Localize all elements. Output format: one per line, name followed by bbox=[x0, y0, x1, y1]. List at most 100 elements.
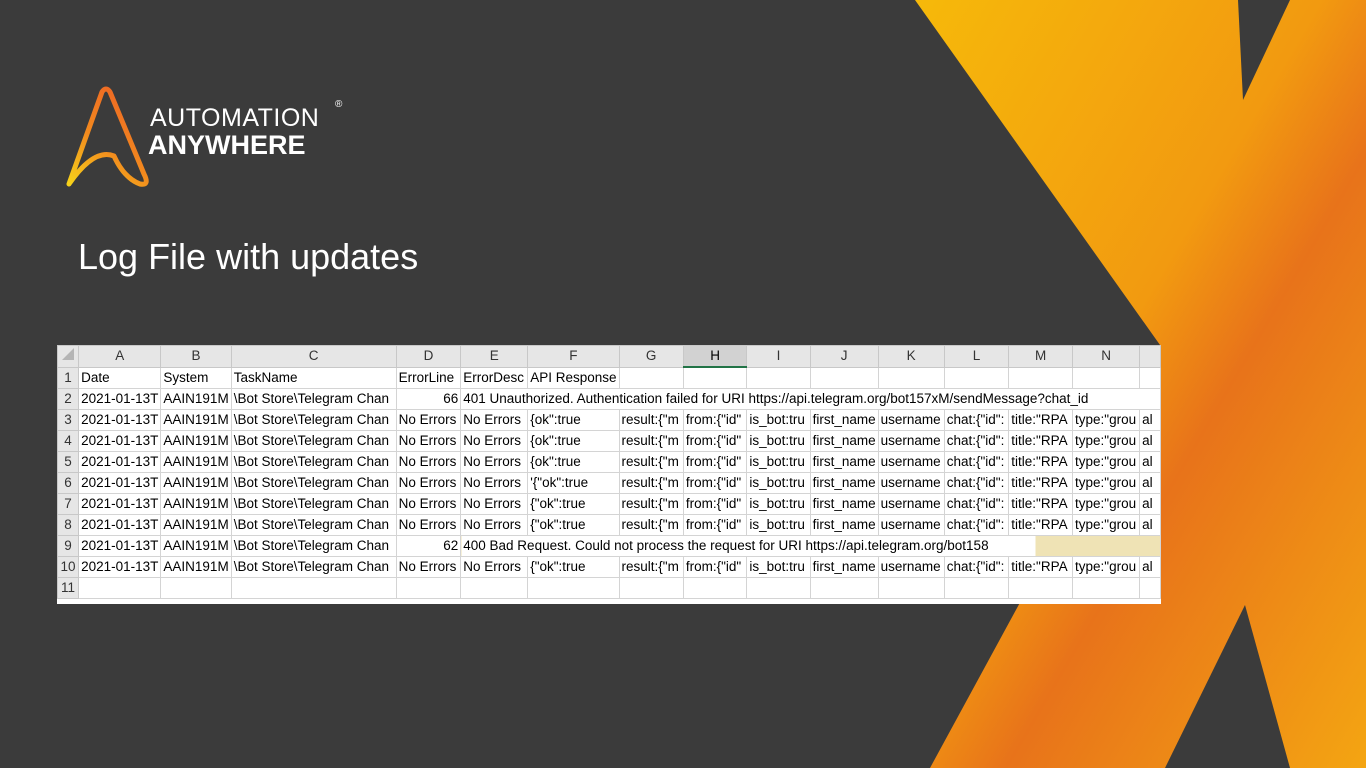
cell-api-response[interactable]: title:"RPA bbox=[1008, 430, 1074, 452]
cell[interactable] bbox=[395, 577, 462, 599]
cell[interactable] bbox=[1139, 577, 1161, 599]
cell-api-response[interactable]: result:{"m bbox=[618, 493, 684, 515]
header-cell-taskname[interactable]: TaskName bbox=[230, 366, 397, 389]
column-header-f[interactable]: F bbox=[527, 345, 620, 368]
cell-api-response[interactable]: title:"RPA bbox=[1008, 514, 1074, 536]
cell-date[interactable]: 2021-01-13T bbox=[78, 514, 162, 536]
header-cell-api-response[interactable]: API Response bbox=[527, 366, 620, 389]
cell-api-response[interactable]: al bbox=[1139, 451, 1161, 473]
cell-api-response[interactable]: title:"RPA bbox=[1008, 493, 1074, 515]
cell-api-response[interactable]: first_name bbox=[809, 451, 879, 473]
cell-api-response[interactable]: chat:{"id": bbox=[943, 430, 1010, 452]
cell-api-response[interactable]: first_name bbox=[809, 472, 879, 494]
row-header[interactable]: 4 bbox=[57, 430, 80, 452]
cell-api-response[interactable]: result:{"m bbox=[618, 556, 684, 578]
cell-errorline[interactable]: No Errors bbox=[395, 514, 462, 536]
cell-api-response[interactable]: from:{"id" bbox=[682, 556, 748, 578]
cell-api-response[interactable]: '{"ok":true bbox=[527, 472, 620, 494]
cell-api-response[interactable]: title:"RPA bbox=[1008, 451, 1074, 473]
cell-api-response[interactable]: from:{"id" bbox=[682, 451, 748, 473]
cell-api-response[interactable]: type:"grou bbox=[1072, 451, 1141, 473]
cell-api-response[interactable]: from:{"id" bbox=[682, 493, 748, 515]
cell-api-response[interactable]: username bbox=[877, 514, 945, 536]
cell-api-response[interactable]: username bbox=[877, 430, 945, 452]
cell-api-response[interactable]: is_bot:tru bbox=[746, 472, 811, 494]
cell[interactable] bbox=[943, 577, 1010, 599]
cell-errordesc[interactable]: No Errors bbox=[460, 430, 529, 452]
cell-api-response[interactable]: first_name bbox=[809, 493, 879, 515]
column-header-e[interactable]: E bbox=[460, 345, 529, 368]
cell-api-response[interactable]: al bbox=[1139, 556, 1161, 578]
cell-api-response[interactable]: is_bot:tru bbox=[746, 451, 811, 473]
header-cell-system[interactable]: System bbox=[160, 366, 232, 389]
cell[interactable] bbox=[809, 366, 879, 389]
cell-taskname[interactable]: \Bot Store\Telegram Chan bbox=[230, 472, 397, 494]
row-header[interactable]: 5 bbox=[57, 451, 80, 473]
column-header-c[interactable]: C bbox=[230, 345, 397, 368]
cell-system[interactable]: AAIN191M bbox=[160, 535, 232, 557]
cell-api-response[interactable]: al bbox=[1139, 493, 1161, 515]
cell-taskname[interactable]: \Bot Store\Telegram Chan bbox=[230, 388, 397, 410]
cell-api-response[interactable]: chat:{"id": bbox=[943, 514, 1010, 536]
cell[interactable] bbox=[877, 577, 945, 599]
cell-date[interactable]: 2021-01-13T bbox=[78, 409, 162, 431]
cell-api-response[interactable]: al bbox=[1139, 409, 1161, 431]
cell[interactable] bbox=[809, 577, 879, 599]
column-header-i[interactable]: I bbox=[746, 345, 811, 368]
cell-system[interactable]: AAIN191M bbox=[160, 430, 232, 452]
cell-api-response[interactable]: {ok":true bbox=[527, 451, 620, 473]
cell[interactable] bbox=[746, 577, 811, 599]
row-header[interactable]: 6 bbox=[57, 472, 80, 494]
cell-api-response[interactable]: al bbox=[1139, 430, 1161, 452]
cell-api-response[interactable]: from:{"id" bbox=[682, 430, 748, 452]
row-header[interactable]: 2 bbox=[57, 388, 80, 410]
row-header[interactable]: 7 bbox=[57, 493, 80, 515]
cell-errordesc[interactable]: No Errors bbox=[460, 451, 529, 473]
cell-errordesc[interactable]: No Errors bbox=[460, 472, 529, 494]
select-all-corner[interactable] bbox=[57, 345, 80, 368]
cell-api-response[interactable]: {ok":true bbox=[527, 430, 620, 452]
cell-api-response[interactable]: type:"grou bbox=[1072, 472, 1141, 494]
cell-api-response[interactable]: result:{"m bbox=[618, 451, 684, 473]
cell-api-response[interactable]: first_name bbox=[809, 409, 879, 431]
cell[interactable] bbox=[682, 577, 748, 599]
row-header[interactable]: 10 bbox=[57, 556, 80, 578]
row-header[interactable]: 11 bbox=[57, 577, 80, 599]
cell-errorline[interactable]: No Errors bbox=[395, 493, 462, 515]
column-header-m[interactable]: M bbox=[1008, 345, 1074, 368]
cell-api-response[interactable]: type:"grou bbox=[1072, 556, 1141, 578]
cell[interactable] bbox=[230, 577, 397, 599]
cell-system[interactable]: AAIN191M bbox=[160, 409, 232, 431]
cell[interactable] bbox=[618, 366, 684, 389]
cell-date[interactable]: 2021-01-13T bbox=[78, 451, 162, 473]
cell-taskname[interactable]: \Bot Store\Telegram Chan bbox=[230, 493, 397, 515]
row-header[interactable]: 9 bbox=[57, 535, 80, 557]
cell-api-response[interactable]: type:"grou bbox=[1072, 493, 1141, 515]
cell-date[interactable]: 2021-01-13T bbox=[78, 493, 162, 515]
cell-api-response[interactable]: title:"RPA bbox=[1008, 409, 1074, 431]
cell-api-response[interactable]: type:"grou bbox=[1072, 430, 1141, 452]
cell-api-response[interactable]: is_bot:tru bbox=[746, 514, 811, 536]
cell-api-response[interactable]: is_bot:tru bbox=[746, 493, 811, 515]
cell-api-response[interactable]: chat:{"id": bbox=[943, 451, 1010, 473]
cell-api-response[interactable]: from:{"id" bbox=[682, 514, 748, 536]
cell-error-description[interactable]: 400 Bad Request. Could not process the r… bbox=[460, 535, 1161, 557]
cell-date[interactable]: 2021-01-13T bbox=[78, 430, 162, 452]
column-header-partial[interactable] bbox=[1139, 345, 1161, 368]
column-header-h[interactable]: H bbox=[682, 345, 748, 368]
column-header-g[interactable]: G bbox=[618, 345, 684, 368]
cell-api-response[interactable]: username bbox=[877, 472, 945, 494]
cell[interactable] bbox=[1072, 577, 1141, 599]
cell-system[interactable]: AAIN191M bbox=[160, 451, 232, 473]
cell-system[interactable]: AAIN191M bbox=[160, 472, 232, 494]
cell-taskname[interactable]: \Bot Store\Telegram Chan bbox=[230, 451, 397, 473]
cell-api-response[interactable]: result:{"m bbox=[618, 430, 684, 452]
cell-api-response[interactable]: first_name bbox=[809, 430, 879, 452]
cell-api-response[interactable]: from:{"id" bbox=[682, 409, 748, 431]
header-cell-errorline[interactable]: ErrorLine bbox=[395, 366, 462, 389]
cell-system[interactable]: AAIN191M bbox=[160, 493, 232, 515]
column-header-l[interactable]: L bbox=[943, 345, 1010, 368]
cell-api-response[interactable]: {"ok":true bbox=[527, 556, 620, 578]
cell-taskname[interactable]: \Bot Store\Telegram Chan bbox=[230, 535, 397, 557]
cell[interactable] bbox=[1072, 366, 1141, 389]
